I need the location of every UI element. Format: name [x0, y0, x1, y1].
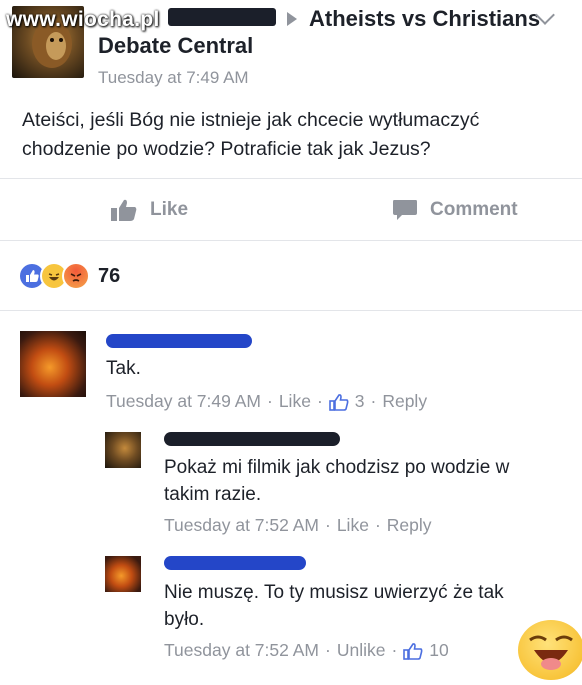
comment-button[interactable]: Comment: [392, 192, 518, 228]
separator-dot: ·: [267, 391, 273, 411]
reply-like-count[interactable]: 10: [429, 640, 448, 661]
reply-like-link[interactable]: Like: [337, 515, 369, 536]
divider: [0, 240, 582, 241]
reply-reply-link[interactable]: Reply: [387, 515, 432, 536]
redacted-author-name: [168, 8, 276, 26]
like-button[interactable]: Like: [110, 192, 188, 228]
reactions-summary[interactable]: 76: [18, 262, 120, 290]
reply-text: Pokaż mi filmik jak chodzisz po wodzie w…: [164, 457, 510, 505]
thumbs-up-icon: [328, 393, 349, 411]
divider: [0, 310, 582, 311]
reply-timestamp[interactable]: Tuesday at 7:52 AM: [164, 640, 319, 661]
reply-meta: Tuesday at 7:52 AM · Like · Reply: [164, 515, 432, 536]
separator-dot: ·: [325, 640, 331, 660]
separator-dot: ·: [370, 391, 377, 411]
comment-timestamp[interactable]: Tuesday at 7:49 AM: [106, 391, 261, 412]
comment-text: Tak.: [106, 358, 141, 379]
reply-text: Nie muszę. To ty musisz uwierzyć że tak …: [164, 582, 504, 630]
laughing-emoji-icon: [518, 620, 582, 680]
redacted-reply-name: [164, 556, 306, 570]
reply-avatar[interactable]: [105, 432, 141, 468]
reply-meta: Tuesday at 7:52 AM · Unlike · 10: [164, 640, 449, 661]
thumbs-up-icon: [111, 199, 137, 221]
reply-unlike-link[interactable]: Unlike: [337, 640, 386, 661]
separator-dot: ·: [374, 515, 381, 535]
triangle-right-icon: [287, 12, 297, 26]
redacted-commenter-name: [106, 334, 252, 348]
group-name-link[interactable]: Atheists vs Christians: [309, 6, 540, 32]
comment-reply-link[interactable]: Reply: [382, 391, 427, 412]
separator-dot: ·: [325, 515, 331, 535]
comment-label: Comment: [430, 199, 518, 220]
page-name-link[interactable]: Debate Central: [98, 33, 253, 59]
divider: [0, 178, 582, 179]
watermark: www.wiocha.pl: [6, 8, 160, 31]
comment-meta: Tuesday at 7:49 AM · Like · 3 · Reply: [106, 391, 427, 412]
comment-bubble-icon: [393, 200, 417, 220]
angry-reaction-icon: [62, 262, 90, 290]
like-label: Like: [150, 199, 189, 220]
redacted-reply-name: [164, 432, 340, 446]
reply-timestamp[interactable]: Tuesday at 7:52 AM: [164, 515, 319, 536]
comment-like-link[interactable]: Like: [279, 391, 311, 412]
separator-dot: ·: [391, 640, 398, 660]
thumbs-up-icon: [403, 642, 423, 660]
comment-like-count[interactable]: 3: [355, 391, 365, 412]
reply-avatar[interactable]: [105, 556, 141, 592]
commenter-avatar[interactable]: [20, 331, 86, 397]
separator-dot: ·: [316, 391, 323, 411]
reaction-count: 76: [98, 264, 121, 287]
post-timestamp[interactable]: Tuesday at 7:49 AM: [98, 68, 249, 88]
post-text: Ateiści, jeśli Bóg nie istnieje jak chce…: [22, 109, 480, 160]
